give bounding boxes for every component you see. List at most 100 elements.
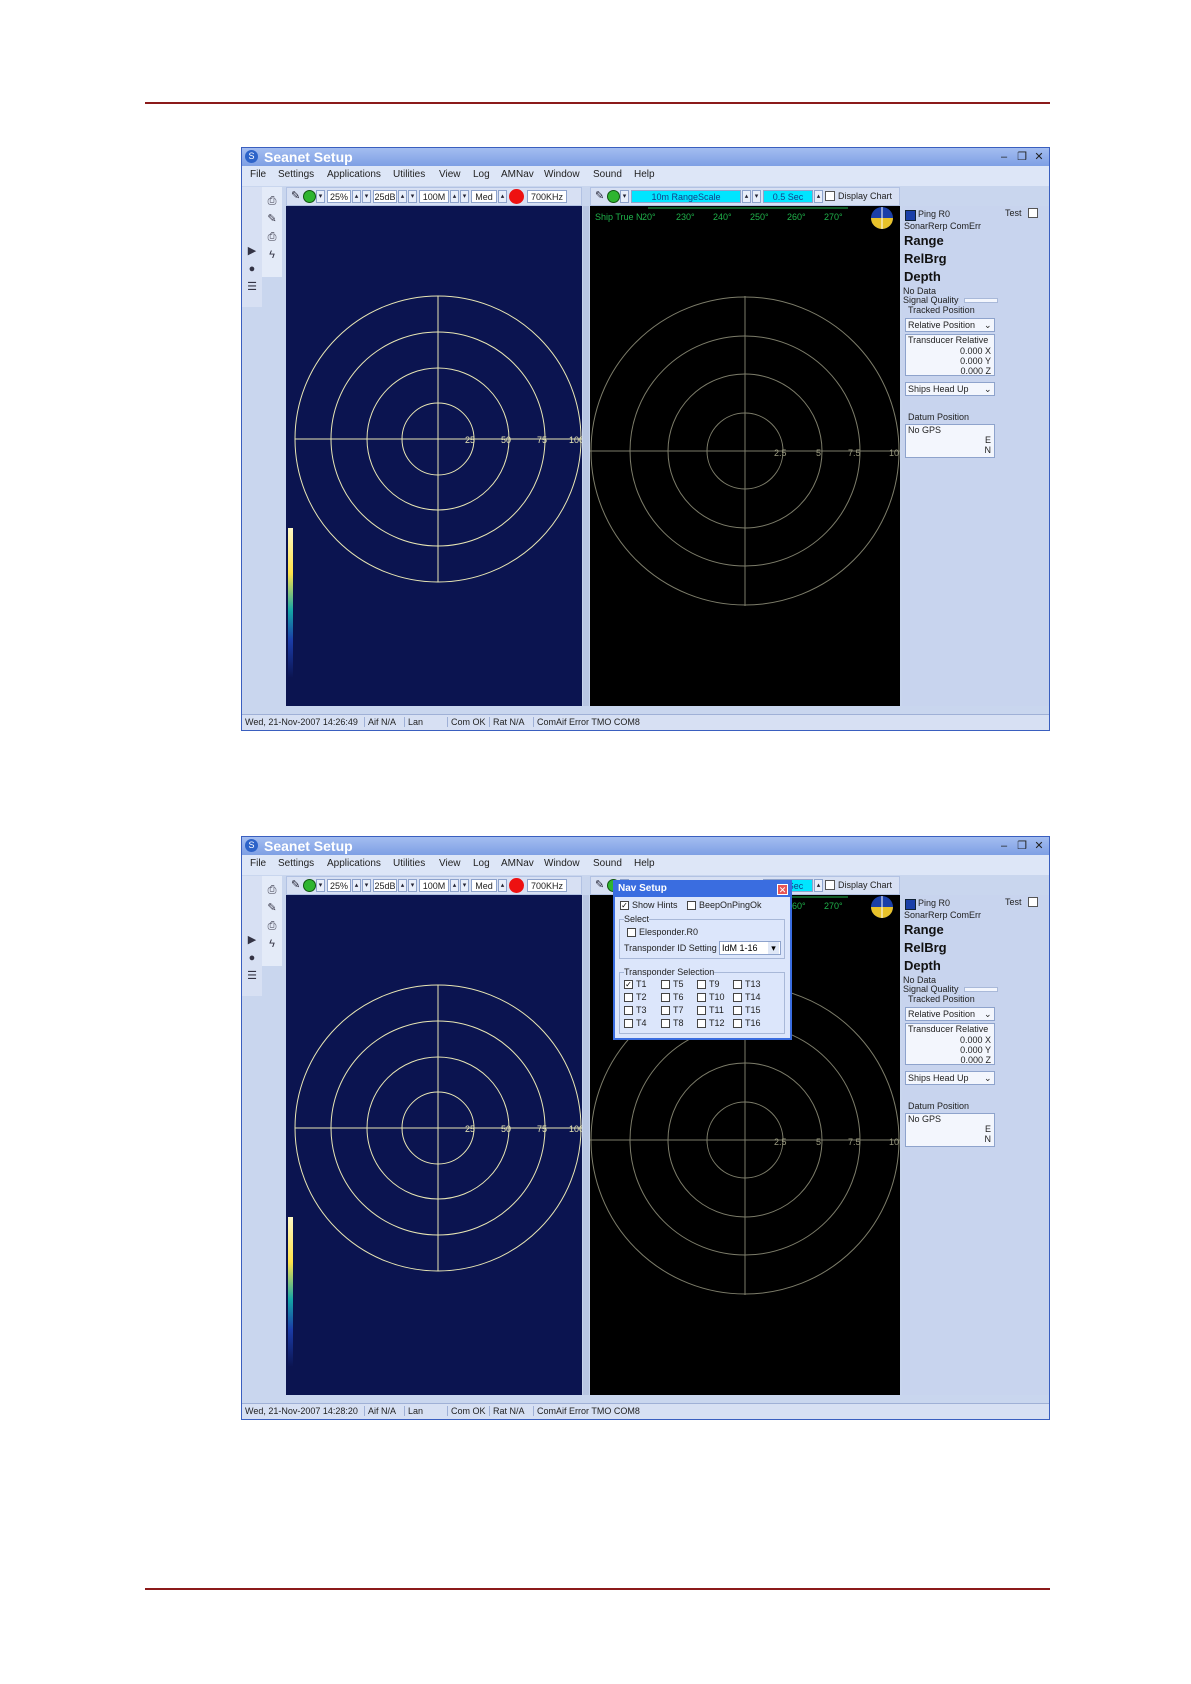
interval-up-button[interactable]: ▴ xyxy=(814,190,823,203)
range-field[interactable]: 100M xyxy=(419,190,449,203)
printer-icon[interactable]: ⎙ xyxy=(266,231,278,243)
print-icon[interactable]: ⎙ xyxy=(266,884,278,896)
contrast-up-button[interactable]: ▴ xyxy=(398,879,407,892)
range-up-button[interactable]: ▴ xyxy=(450,879,459,892)
interval-up-button[interactable]: ▴ xyxy=(814,879,823,892)
lightning-icon[interactable]: ϟ xyxy=(266,938,278,950)
close-button[interactable]: ✕ xyxy=(1032,839,1046,853)
ping-checkbox[interactable] xyxy=(905,210,916,221)
panel-divider[interactable] xyxy=(583,895,589,1395)
restore-button[interactable]: ❐ xyxy=(1015,150,1029,164)
menu-view[interactable]: View xyxy=(439,169,461,180)
dialog-close-icon[interactable]: ✕ xyxy=(777,884,788,895)
resolution-field[interactable]: Med xyxy=(471,190,497,203)
menu-sound[interactable]: Sound xyxy=(593,169,622,180)
menu-help[interactable]: Help xyxy=(634,858,655,869)
menu-settings[interactable]: Settings xyxy=(278,858,314,869)
contrast-down-button[interactable]: ▾ xyxy=(408,190,417,203)
gain-field[interactable]: 25% xyxy=(327,190,351,203)
gain-up-button[interactable]: ▴ xyxy=(352,879,361,892)
range-up-button[interactable]: ▴ xyxy=(450,190,459,203)
menu-file[interactable]: File xyxy=(250,169,266,180)
contrast-up-button[interactable]: ▴ xyxy=(398,190,407,203)
transponder-checkbox[interactable] xyxy=(661,1006,670,1015)
contrast-down-button[interactable]: ▾ xyxy=(408,879,417,892)
close-button[interactable]: ✕ xyxy=(1032,150,1046,164)
test-checkbox[interactable] xyxy=(1028,208,1038,218)
green-dropdown[interactable]: ▾ xyxy=(316,879,325,892)
range-down-button[interactable]: ▾ xyxy=(460,190,469,203)
frequency-field[interactable]: 700KHz xyxy=(527,879,567,892)
responder-checkbox[interactable] xyxy=(627,928,636,937)
annotate-icon[interactable]: ✎ xyxy=(266,902,278,914)
resolution-up-button[interactable]: ▴ xyxy=(498,879,507,892)
menu-sound[interactable]: Sound xyxy=(593,858,622,869)
menu-window[interactable]: Window xyxy=(544,858,580,869)
display-chart-checkbox[interactable] xyxy=(825,880,835,890)
menu-view[interactable]: View xyxy=(439,858,461,869)
green-dropdown[interactable]: ▾ xyxy=(316,190,325,203)
range-field[interactable]: 100M xyxy=(419,879,449,892)
contrast-field[interactable]: 25dB xyxy=(373,879,397,892)
transponder-checkbox[interactable] xyxy=(697,1006,706,1015)
interval-field[interactable]: 0.5 Sec xyxy=(763,190,813,203)
range-scale-down-button[interactable]: ▾ xyxy=(752,190,761,203)
title-bar[interactable]: S Seanet Setup – ❐ ✕ xyxy=(242,837,1049,855)
pen-icon[interactable]: ✎ xyxy=(291,878,301,893)
test-checkbox[interactable] xyxy=(1028,897,1038,907)
transponder-checkbox[interactable] xyxy=(697,1019,706,1028)
frequency-field[interactable]: 700KHz xyxy=(527,190,567,203)
pen-icon[interactable]: ✎ xyxy=(595,878,605,893)
transponder-checkbox[interactable] xyxy=(697,980,706,989)
transponder-checkbox[interactable] xyxy=(624,993,633,1002)
transponder-checkbox[interactable] xyxy=(624,1019,633,1028)
gain-down-button[interactable]: ▾ xyxy=(362,879,371,892)
resolution-field[interactable]: Med xyxy=(471,879,497,892)
green-dropdown[interactable]: ▾ xyxy=(620,190,629,203)
gain-field[interactable]: 25% xyxy=(327,879,351,892)
show-hints-checkbox[interactable]: ✓ xyxy=(620,901,629,910)
gain-up-button[interactable]: ▴ xyxy=(352,190,361,203)
record-red-icon[interactable] xyxy=(509,189,524,204)
range-scale-up-button[interactable]: ▴ xyxy=(742,190,751,203)
record-icon[interactable]: ● xyxy=(246,263,258,275)
ping-checkbox[interactable] xyxy=(905,899,916,910)
left-sonar-display[interactable]: 25 50 75 100 xyxy=(286,895,582,1395)
menu-settings[interactable]: Settings xyxy=(278,169,314,180)
menu-log[interactable]: Log xyxy=(473,169,490,180)
menu-file[interactable]: File xyxy=(250,858,266,869)
transponder-checkbox[interactable] xyxy=(661,1019,670,1028)
title-bar[interactable]: S Seanet Setup – ❐ ✕ xyxy=(242,148,1049,166)
range-scale-field[interactable]: 10m RangeScale xyxy=(631,190,741,203)
transponder-checkbox[interactable] xyxy=(624,1006,633,1015)
panel-divider[interactable] xyxy=(583,206,589,706)
menu-help[interactable]: Help xyxy=(634,169,655,180)
relative-position-select[interactable]: Relative Position ⌄ xyxy=(905,1007,995,1021)
status-green-icon[interactable] xyxy=(607,190,620,203)
status-green-icon[interactable] xyxy=(303,190,316,203)
list-icon[interactable]: ☰ xyxy=(246,970,258,982)
transponder-checkbox[interactable]: ✓ xyxy=(624,980,633,989)
pen-icon[interactable]: ✎ xyxy=(595,189,605,204)
menu-utilities[interactable]: Utilities xyxy=(393,169,425,180)
record-red-icon[interactable] xyxy=(509,878,524,893)
menu-amnav[interactable]: AMNav xyxy=(501,858,534,869)
resolution-up-button[interactable]: ▴ xyxy=(498,190,507,203)
menu-utilities[interactable]: Utilities xyxy=(393,858,425,869)
contrast-field[interactable]: 25dB xyxy=(373,190,397,203)
dialog-title-bar[interactable]: Nav Setup ✕ xyxy=(615,882,790,897)
range-down-button[interactable]: ▾ xyxy=(460,879,469,892)
gain-down-button[interactable]: ▾ xyxy=(362,190,371,203)
minimize-button[interactable]: – xyxy=(997,839,1011,853)
menu-applications[interactable]: Applications xyxy=(327,858,381,869)
transponder-checkbox[interactable] xyxy=(733,1006,742,1015)
right-sonar-display[interactable]: 2.5 5 7.5 10 Ship True N 20° 230° 240° 2… xyxy=(590,206,900,706)
transponder-checkbox[interactable] xyxy=(661,980,670,989)
ships-head-up-select[interactable]: Ships Head Up ⌄ xyxy=(905,382,995,396)
display-chart-checkbox[interactable] xyxy=(825,191,835,201)
transponder-checkbox[interactable] xyxy=(733,980,742,989)
status-green-icon[interactable] xyxy=(303,879,316,892)
transponder-checkbox[interactable] xyxy=(697,993,706,1002)
printer-icon[interactable]: ⎙ xyxy=(266,920,278,932)
menu-window[interactable]: Window xyxy=(544,169,580,180)
